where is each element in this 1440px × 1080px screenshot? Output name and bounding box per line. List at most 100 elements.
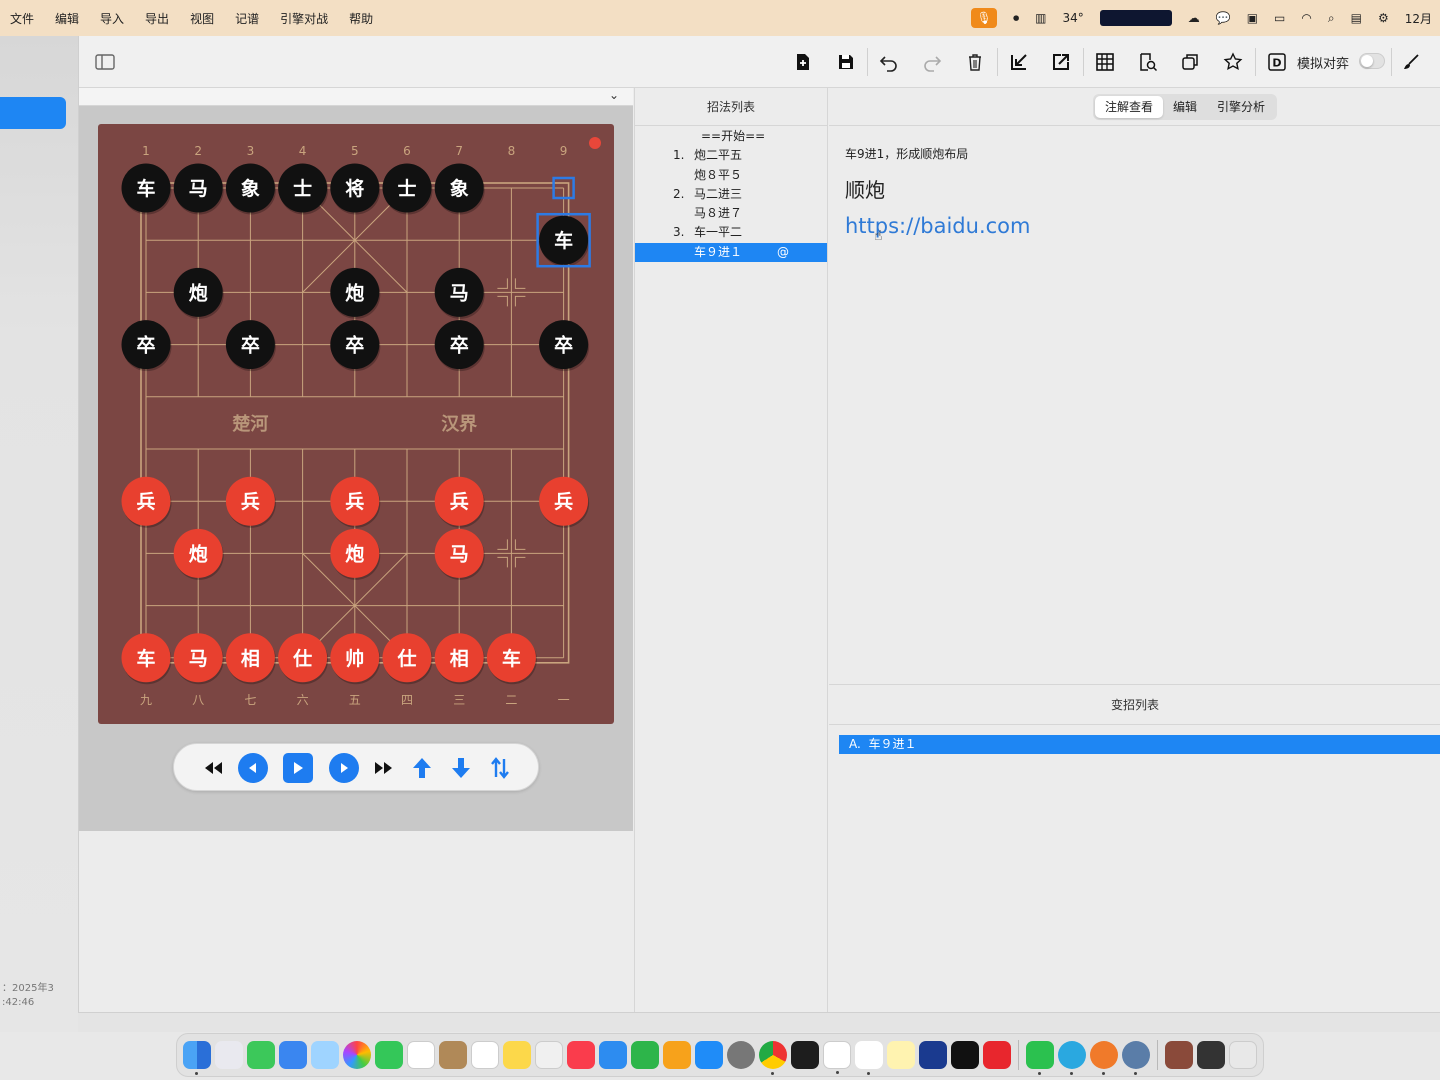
simulate-game-toggle[interactable] bbox=[1359, 53, 1385, 69]
undo-icon[interactable] bbox=[877, 50, 901, 74]
arrow-up-icon[interactable] bbox=[407, 753, 437, 783]
note-link[interactable]: https://baidu.com bbox=[845, 214, 1030, 238]
menu-import[interactable]: 导入 bbox=[100, 10, 124, 27]
xiangqi-board[interactable]: 楚河 汉界1 2 3 4 5 6 7 8 9九八七六五四三二一车马象士将士象车炮炮马卒卒卒卒卒兵兵… bbox=[98, 124, 614, 724]
calendar-icon[interactable] bbox=[407, 1041, 435, 1069]
sidebar-toggle-icon[interactable] bbox=[93, 50, 117, 74]
move-item[interactable]: 1. 炮二平五 bbox=[635, 146, 827, 165]
prev-move-button[interactable] bbox=[238, 753, 268, 783]
delete-icon[interactable] bbox=[963, 50, 987, 74]
keynote-icon[interactable] bbox=[599, 1041, 627, 1069]
menu-edit[interactable]: 编辑 bbox=[55, 10, 79, 27]
vscode-icon[interactable] bbox=[823, 1041, 851, 1074]
record-icon[interactable]: ⏺ bbox=[1013, 11, 1019, 26]
freeform-icon[interactable] bbox=[535, 1041, 563, 1069]
notes-icon[interactable] bbox=[503, 1041, 531, 1069]
sidebar-selected-item[interactable] bbox=[0, 97, 66, 129]
move-item[interactable]: 3. 车一平二 bbox=[635, 223, 827, 242]
contacts-icon[interactable] bbox=[439, 1041, 467, 1069]
music-icon[interactable] bbox=[567, 1041, 595, 1069]
stats-icon[interactable]: ▥ bbox=[1035, 11, 1046, 25]
red-piece-label: 马 bbox=[189, 648, 208, 670]
wechat-dock-icon[interactable] bbox=[1026, 1041, 1054, 1075]
first-move-button[interactable] bbox=[198, 753, 228, 783]
system-settings-icon[interactable] bbox=[727, 1041, 755, 1069]
browser-icon[interactable] bbox=[1122, 1041, 1150, 1075]
facetime-icon[interactable] bbox=[375, 1041, 403, 1069]
numbers-icon[interactable] bbox=[631, 1041, 659, 1069]
photos-icon[interactable] bbox=[343, 1041, 371, 1069]
window-icon[interactable]: ▤ bbox=[1351, 11, 1362, 25]
move-item[interactable]: 炮８平５ bbox=[635, 166, 827, 185]
mic-icon[interactable]: 🎙 bbox=[971, 8, 998, 28]
youdao-icon[interactable] bbox=[983, 1041, 1011, 1069]
temperature-status[interactable]: 34° bbox=[1062, 11, 1083, 25]
reminders-icon[interactable] bbox=[471, 1041, 499, 1069]
next-move-button[interactable] bbox=[329, 753, 359, 783]
play-button[interactable] bbox=[283, 753, 313, 783]
window-thumbnail-icon[interactable] bbox=[1197, 1041, 1225, 1069]
import-icon[interactable] bbox=[1007, 50, 1031, 74]
black-piece-label: 炮 bbox=[189, 281, 208, 304]
clock[interactable]: 12月 bbox=[1405, 10, 1432, 27]
tab-view-notes[interactable]: 注解查看 bbox=[1095, 96, 1164, 118]
search-document-icon[interactable] bbox=[1136, 50, 1160, 74]
wechat-icon[interactable]: 💬 bbox=[1216, 11, 1231, 25]
variation-item[interactable]: A. 车９进１ bbox=[839, 735, 1440, 754]
rp-icon[interactable] bbox=[919, 1041, 947, 1069]
export-icon[interactable] bbox=[1049, 50, 1073, 74]
menu-help[interactable]: 帮助 bbox=[349, 10, 373, 27]
baidu-netdisk-icon[interactable] bbox=[887, 1041, 915, 1069]
pages-icon[interactable] bbox=[663, 1041, 691, 1069]
maps-icon[interactable] bbox=[311, 1041, 339, 1069]
flip-board-icon[interactable] bbox=[485, 753, 515, 783]
file-label-bottom: 七 bbox=[244, 693, 256, 707]
move-item[interactable]: 2. 马二进三 bbox=[635, 185, 827, 204]
mweb-icon[interactable] bbox=[1058, 1041, 1086, 1075]
notes-tabs: 注解查看 编辑 引擎分析 bbox=[1093, 94, 1278, 120]
new-file-icon[interactable] bbox=[791, 50, 815, 74]
mail-icon[interactable] bbox=[279, 1041, 307, 1069]
grid-icon[interactable] bbox=[1093, 50, 1117, 74]
xiangqi-app-icon[interactable] bbox=[1090, 1041, 1118, 1075]
copy-icon[interactable] bbox=[1178, 50, 1202, 74]
move-item-selected[interactable]: 车９进１ @ bbox=[635, 242, 827, 263]
l-app-icon[interactable] bbox=[951, 1041, 979, 1069]
battery-icon[interactable]: ▭ bbox=[1274, 11, 1285, 25]
search-icon[interactable]: ⌕ bbox=[1328, 11, 1335, 26]
network-graph-icon[interactable] bbox=[1099, 10, 1172, 26]
save-icon[interactable] bbox=[834, 50, 858, 74]
menu-export[interactable]: 导出 bbox=[145, 10, 169, 27]
finder-icon[interactable] bbox=[183, 1041, 211, 1075]
file-label-bottom: 九 bbox=[140, 693, 152, 707]
last-move-button[interactable] bbox=[369, 753, 399, 783]
app-status-icon[interactable]: ▣ bbox=[1247, 11, 1258, 25]
brush-icon[interactable] bbox=[1399, 50, 1423, 74]
launchpad-icon[interactable] bbox=[215, 1041, 243, 1069]
star-icon[interactable] bbox=[1221, 50, 1245, 74]
document-thumbnail-icon[interactable] bbox=[1165, 1041, 1193, 1069]
mode-d-icon[interactable]: D bbox=[1265, 50, 1289, 74]
menu-engine-battle[interactable]: 引擎对战 bbox=[280, 10, 328, 27]
menu-notation[interactable]: 记谱 bbox=[235, 10, 259, 27]
qq-icon[interactable] bbox=[855, 1041, 883, 1075]
arrow-down-icon[interactable] bbox=[446, 753, 476, 783]
control-center-icon[interactable]: ⚙ bbox=[1378, 11, 1389, 25]
wifi-icon[interactable]: ◠ bbox=[1301, 11, 1311, 25]
redo-icon[interactable] bbox=[920, 50, 944, 74]
tab-edit[interactable]: 编辑 bbox=[1163, 96, 1207, 118]
tab-engine-analysis[interactable]: 引擎分析 bbox=[1207, 96, 1275, 118]
cloud-icon[interactable]: ☁ bbox=[1188, 11, 1200, 25]
chrome-icon[interactable] bbox=[759, 1041, 787, 1075]
terminal-icon[interactable] bbox=[791, 1041, 819, 1069]
move-text: 车９进１ bbox=[694, 244, 743, 259]
app-store-icon[interactable] bbox=[695, 1041, 723, 1069]
move-start[interactable]: ==开始== bbox=[635, 127, 827, 146]
board-dropdown-bar[interactable]: ⌄ bbox=[79, 88, 633, 106]
trash-icon[interactable] bbox=[1229, 1041, 1257, 1069]
menu-view[interactable]: 视图 bbox=[190, 10, 214, 27]
messages-icon[interactable] bbox=[247, 1041, 275, 1069]
move-item[interactable]: 马８进７ bbox=[635, 204, 827, 223]
menu-file[interactable]: 文件 bbox=[10, 10, 34, 27]
chevron-down-icon[interactable]: ⌄ bbox=[609, 88, 619, 102]
